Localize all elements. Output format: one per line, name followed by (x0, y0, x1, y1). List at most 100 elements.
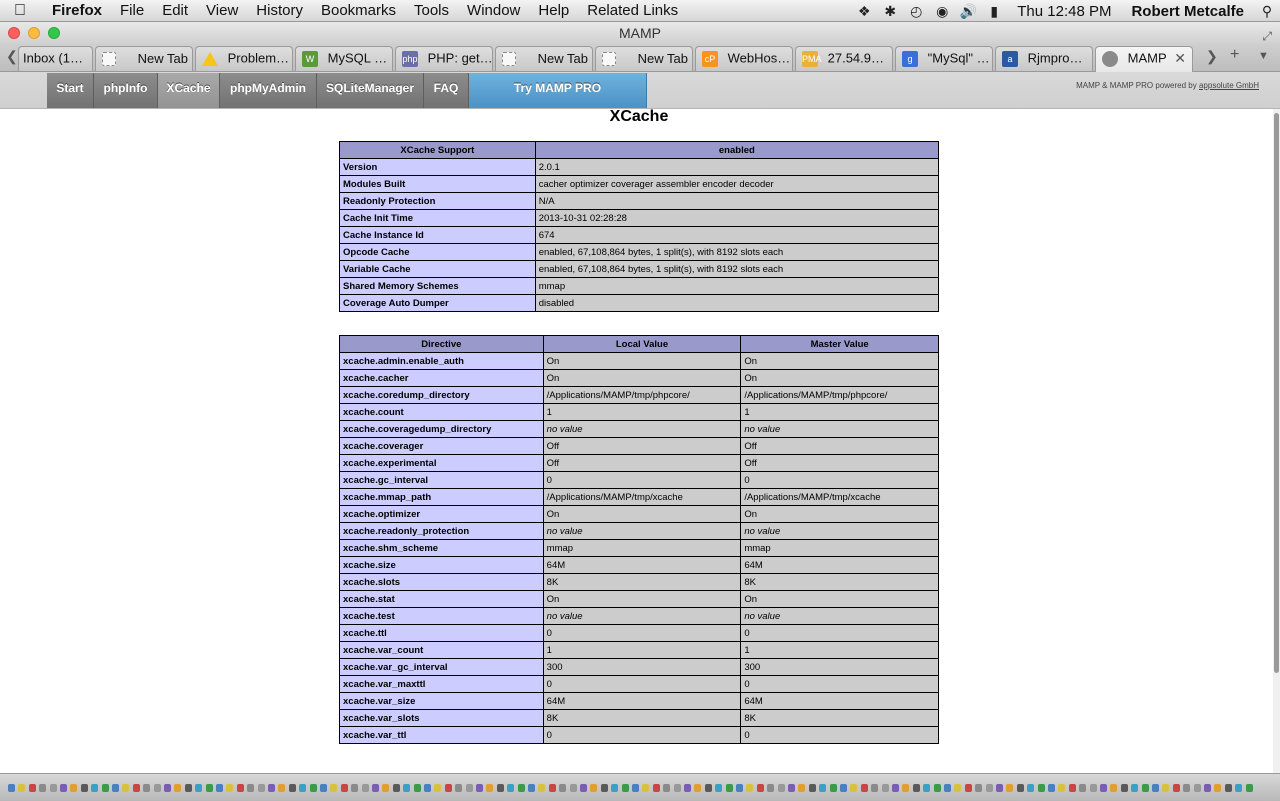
dock-app-icon[interactable] (538, 784, 546, 792)
dock-app-icon[interactable] (382, 784, 390, 792)
dock-app-icon[interactable] (320, 784, 327, 792)
try-mamp-pro-button[interactable]: Try MAMP PRO (469, 73, 647, 108)
dock-app-icon[interactable] (1006, 784, 1014, 792)
dock-app-icon[interactable] (309, 784, 317, 792)
scrollbar-thumb[interactable] (1274, 113, 1279, 673)
dock-app-icon[interactable] (174, 784, 182, 792)
tab-problem[interactable]: Problem… (195, 46, 293, 71)
menu-file[interactable]: File (111, 2, 153, 19)
dock-app-icon[interactable] (164, 784, 171, 792)
tab-new-tab-1[interactable]: New Tab (95, 46, 193, 71)
window-minimize-icon[interactable] (28, 27, 40, 39)
dock-app-icon[interactable] (288, 784, 296, 792)
dock-app-icon[interactable] (1037, 784, 1045, 792)
dock-app-icon[interactable] (496, 784, 504, 792)
dock-app-icon[interactable] (673, 784, 681, 792)
tab-scroll-right-icon[interactable]: ❯ (1206, 48, 1218, 65)
window-zoom-icon[interactable] (48, 27, 60, 39)
tab-new-tab-2[interactable]: New Tab (495, 46, 593, 71)
dock-app-icon[interactable] (122, 784, 130, 792)
dock-app-icon[interactable] (1224, 784, 1232, 792)
dock-app-icon[interactable] (600, 784, 608, 792)
dock-app-icon[interactable] (860, 784, 868, 792)
menu-help[interactable]: Help (529, 2, 578, 19)
dock-app-icon[interactable] (1027, 784, 1035, 792)
dock-app-icon[interactable] (611, 784, 619, 792)
dock-app-icon[interactable] (216, 784, 223, 792)
dock-app-icon[interactable] (1183, 784, 1191, 792)
dock-app-icon[interactable] (247, 784, 255, 792)
dock-app-icon[interactable] (881, 784, 889, 792)
dock-app-icon[interactable] (153, 784, 161, 792)
dock-app-icon[interactable] (954, 784, 962, 792)
appsolute-link[interactable]: appsolute GmbH (1199, 81, 1259, 90)
dock-app-icon[interactable] (652, 784, 660, 792)
dock-app-icon[interactable] (871, 784, 879, 792)
page-scrollbar[interactable] (1273, 109, 1280, 773)
dock-app-icon[interactable] (923, 784, 931, 792)
dock-app-icon[interactable] (112, 784, 119, 792)
menu-tools[interactable]: Tools (405, 2, 458, 19)
dock-app-icon[interactable] (8, 784, 15, 792)
dock-app-icon[interactable] (340, 784, 348, 792)
tab-new-tab-3[interactable]: New Tab (595, 46, 693, 71)
dock-app-icon[interactable] (132, 784, 140, 792)
dock-app-icon[interactable] (1131, 784, 1139, 792)
dock-app-icon[interactable] (642, 784, 650, 792)
dock-app-icon[interactable] (1204, 784, 1211, 792)
dock-app-icon[interactable] (528, 784, 535, 792)
dock-app-icon[interactable] (1068, 784, 1076, 792)
dock-app-icon[interactable] (444, 784, 452, 792)
dock-app-icon[interactable] (777, 784, 785, 792)
dock-app-icon[interactable] (808, 784, 816, 792)
volume-icon[interactable]: 🔊 (955, 3, 981, 20)
dock-app-icon[interactable] (933, 784, 941, 792)
dock-app-icon[interactable] (892, 784, 899, 792)
dock-app-icon[interactable] (590, 784, 598, 792)
tab-rjmpro[interactable]: a Rjmpro… (995, 46, 1093, 71)
dock-app-icon[interactable] (944, 784, 951, 792)
dock-app-icon[interactable] (1120, 784, 1128, 792)
dock-app-icon[interactable] (1141, 784, 1149, 792)
tab-google-mysql[interactable]: g "MySql" … (895, 46, 993, 71)
dock-app-icon[interactable] (1058, 784, 1066, 792)
dock-app-icon[interactable] (60, 784, 67, 792)
dock-app-icon[interactable] (257, 784, 265, 792)
dock-app-icon[interactable] (278, 784, 286, 792)
dock-app-icon[interactable] (465, 784, 473, 792)
nav-phpmyadmin[interactable]: phpMyAdmin (220, 73, 317, 108)
dock-app-icon[interactable] (413, 784, 421, 792)
tab-webhost[interactable]: cP WebHos… (695, 46, 793, 71)
dock-app-icon[interactable] (236, 784, 244, 792)
nav-sqlitemanager[interactable]: SQLiteManager (317, 73, 424, 108)
dock-app-icon[interactable] (80, 784, 88, 792)
dock-app-icon[interactable] (101, 784, 109, 792)
dock-app-icon[interactable] (39, 784, 47, 792)
spotlight-search-icon[interactable]: ⚲ (1254, 3, 1280, 20)
nav-faq[interactable]: FAQ (424, 73, 469, 108)
dock-app-icon[interactable] (767, 784, 775, 792)
dock-app-icon[interactable] (361, 784, 369, 792)
dock-app-icon[interactable] (1016, 784, 1024, 792)
dock-app-icon[interactable] (725, 784, 733, 792)
tab-inbox[interactable]: Inbox (1… (18, 46, 93, 71)
dock-app-icon[interactable] (1162, 784, 1170, 792)
dock-app-icon[interactable] (205, 784, 213, 792)
dock-app-icon[interactable] (985, 784, 993, 792)
time-machine-icon[interactable]: ◴ (903, 3, 929, 20)
dock-app-icon[interactable] (268, 784, 275, 792)
tab-close-icon[interactable]: ✕ (1174, 47, 1186, 69)
menu-user[interactable]: Robert Metcalfe (1121, 3, 1254, 20)
dock-app-icon[interactable] (392, 784, 400, 792)
battery-icon[interactable]: ▮ (981, 3, 1007, 20)
dock-app-icon[interactable] (1152, 784, 1159, 792)
dock-app-icon[interactable] (195, 784, 203, 792)
dock-app-icon[interactable] (819, 784, 827, 792)
dock-app-icon[interactable] (1214, 784, 1222, 792)
dock-app-icon[interactable] (694, 784, 702, 792)
menu-window[interactable]: Window (458, 2, 529, 19)
dock-app-icon[interactable] (559, 784, 567, 792)
dock-app-icon[interactable] (49, 784, 57, 792)
tab-mamp-active[interactable]: MAMP ✕ (1095, 46, 1193, 72)
dock-app-icon[interactable] (1048, 784, 1055, 792)
